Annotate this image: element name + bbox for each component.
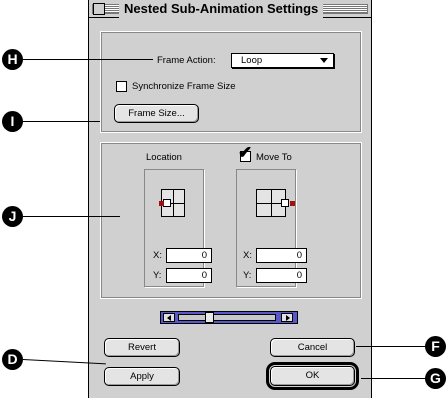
callout-h: H xyxy=(2,49,23,70)
location-anchor-marker-frame xyxy=(163,199,171,207)
close-box[interactable] xyxy=(93,3,105,15)
callout-g-line xyxy=(361,378,425,379)
location-x-label: X: xyxy=(153,250,162,261)
anchor-marker-icon xyxy=(290,201,295,206)
slider-left-arrow[interactable] xyxy=(163,313,175,322)
callout-h-line xyxy=(23,59,153,60)
move-to-anchor-marker-frame xyxy=(281,199,289,207)
location-label: Location xyxy=(146,152,182,163)
anchor-marker-icon xyxy=(159,201,164,206)
callout-i-line xyxy=(23,121,100,122)
frame-action-value: Loop xyxy=(241,55,263,66)
chevron-down-icon xyxy=(320,58,328,63)
checkmark-icon: ✔ xyxy=(238,143,253,162)
frame-action-label: Frame Action: xyxy=(157,55,216,66)
slider-thumb[interactable] xyxy=(205,312,214,323)
location-y-field[interactable]: 0 xyxy=(166,268,212,283)
frame-size-button[interactable]: Frame Size... xyxy=(114,104,199,123)
revert-button[interactable]: Revert xyxy=(104,338,180,357)
synchronize-label: Synchronize Frame Size xyxy=(132,81,236,92)
move-to-x-label: X: xyxy=(243,250,252,261)
arrow-left-icon xyxy=(167,315,171,321)
location-y-label: Y: xyxy=(153,270,162,281)
callout-i: I xyxy=(2,111,23,132)
callout-f: F xyxy=(425,336,446,357)
cancel-button[interactable]: Cancel xyxy=(270,338,355,357)
frame-action-select[interactable]: Loop xyxy=(231,53,334,68)
arrow-right-icon xyxy=(286,315,290,321)
apply-button[interactable]: Apply xyxy=(104,367,180,386)
slider-right-arrow[interactable] xyxy=(281,313,293,322)
location-x-field[interactable]: 0 xyxy=(166,248,212,263)
callout-d: D xyxy=(2,349,23,370)
callout-g: G xyxy=(425,368,446,389)
position-group xyxy=(100,142,362,299)
slider-track[interactable] xyxy=(178,314,276,321)
move-to-label: Move To xyxy=(256,152,292,163)
move-to-x-field[interactable]: 0 xyxy=(256,248,307,263)
move-to-y-label: Y: xyxy=(243,270,252,281)
move-to-y-field[interactable]: 0 xyxy=(256,268,307,283)
callout-j-line xyxy=(23,216,120,217)
callout-j: J xyxy=(2,206,23,227)
callout-f-line xyxy=(356,346,425,347)
ok-button[interactable]: OK xyxy=(270,366,355,386)
window-title: Nested Sub-Animation Settings xyxy=(119,0,324,18)
synchronize-checkbox[interactable] xyxy=(116,81,127,92)
